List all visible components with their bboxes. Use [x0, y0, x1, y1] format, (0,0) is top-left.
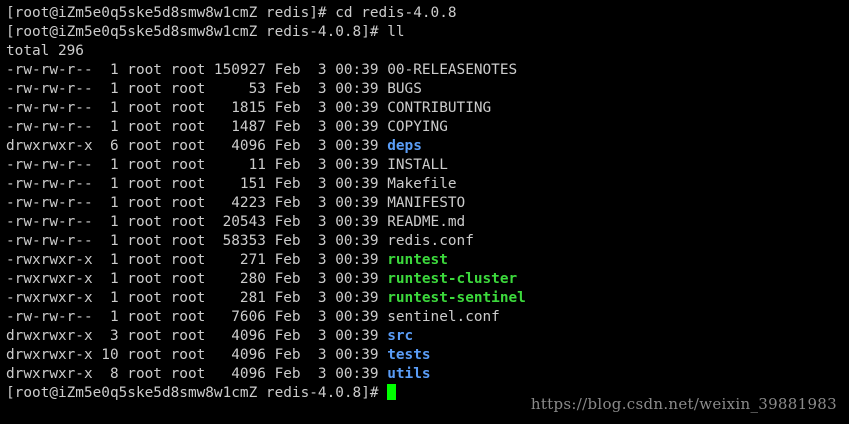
file-name: README.md — [387, 214, 466, 230]
listing-row: -rw-rw-r-- 1 root root 151 Feb 3 00:39 M… — [6, 175, 849, 194]
file-name: sentinel.conf — [387, 309, 500, 325]
listing-row: -rw-rw-r-- 1 root root 7606 Feb 3 00:39 … — [6, 308, 849, 327]
directory-name: utils — [387, 366, 431, 382]
entry-attributes: -rw-rw-r-- 1 root root 11 Feb 3 00:39 — [6, 157, 388, 173]
file-name: redis.conf — [387, 233, 474, 249]
executable-name: runtest-cluster — [387, 271, 518, 287]
listing-row: -rw-rw-r-- 1 root root 1487 Feb 3 00:39 … — [6, 118, 849, 137]
entry-attributes: -rw-rw-r-- 1 root root 1487 Feb 3 00:39 — [6, 119, 388, 135]
entry-attributes: drwxrwxr-x 6 root root 4096 Feb 3 00:39 — [6, 138, 388, 154]
command-text: [root@iZm5e0q5ske5d8smw8w1cmZ redis]# cd… — [6, 5, 457, 21]
entry-attributes: drwxrwxr-x 8 root root 4096 Feb 3 00:39 — [6, 366, 388, 382]
listing-row: -rw-rw-r-- 1 root root 58353 Feb 3 00:39… — [6, 232, 849, 251]
executable-name: runtest-sentinel — [387, 290, 526, 306]
listing-row: drwxrwxr-x 6 root root 4096 Feb 3 00:39 … — [6, 137, 849, 156]
file-name: CONTRIBUTING — [387, 100, 492, 116]
listing-row: -rw-rw-r-- 1 root root 150927 Feb 3 00:3… — [6, 61, 849, 80]
listing-row: -rw-rw-r-- 1 root root 53 Feb 3 00:39 BU… — [6, 80, 849, 99]
file-name: INSTALL — [387, 157, 448, 173]
listing-row: -rw-rw-r-- 1 root root 4223 Feb 3 00:39 … — [6, 194, 849, 213]
listing-row: -rwxrwxr-x 1 root root 271 Feb 3 00:39 r… — [6, 251, 849, 270]
directory-name: tests — [387, 347, 431, 363]
file-name: BUGS — [387, 81, 422, 97]
command-line: [root@iZm5e0q5ske5d8smw8w1cmZ redis-4.0.… — [6, 23, 849, 42]
entry-attributes: drwxrwxr-x 10 root root 4096 Feb 3 00:39 — [6, 347, 388, 363]
listing-row: -rw-rw-r-- 1 root root 1815 Feb 3 00:39 … — [6, 99, 849, 118]
listing-row: -rw-rw-r-- 1 root root 11 Feb 3 00:39 IN… — [6, 156, 849, 175]
entry-attributes: -rwxrwxr-x 1 root root 280 Feb 3 00:39 — [6, 271, 388, 287]
file-name: MANIFESTO — [387, 195, 466, 211]
entry-attributes: drwxrwxr-x 3 root root 4096 Feb 3 00:39 — [6, 328, 388, 344]
entry-attributes: -rwxrwxr-x 1 root root 281 Feb 3 00:39 — [6, 290, 388, 306]
listing-row: -rwxrwxr-x 1 root root 281 Feb 3 00:39 r… — [6, 289, 849, 308]
cursor[interactable] — [387, 384, 397, 400]
command-line: [root@iZm5e0q5ske5d8smw8w1cmZ redis]# cd… — [6, 4, 849, 23]
entry-attributes: -rw-rw-r-- 1 root root 58353 Feb 3 00:39 — [6, 233, 388, 249]
entry-attributes: -rw-rw-r-- 1 root root 53 Feb 3 00:39 — [6, 81, 388, 97]
terminal-window[interactable]: [root@iZm5e0q5ske5d8smw8w1cmZ redis]# cd… — [0, 0, 849, 424]
entry-attributes: -rw-rw-r-- 1 root root 150927 Feb 3 00:3… — [6, 62, 388, 78]
listing-row: drwxrwxr-x 3 root root 4096 Feb 3 00:39 … — [6, 327, 849, 346]
entry-attributes: -rw-rw-r-- 1 root root 1815 Feb 3 00:39 — [6, 100, 388, 116]
output-text: total 296 — [6, 43, 84, 59]
entry-attributes: -rw-rw-r-- 1 root root 4223 Feb 3 00:39 — [6, 195, 388, 211]
listing-row: drwxrwxr-x 8 root root 4096 Feb 3 00:39 … — [6, 365, 849, 384]
file-name: 00-RELEASENOTES — [387, 62, 518, 78]
executable-name: runtest — [387, 252, 448, 268]
listing-row: -rwxrwxr-x 1 root root 280 Feb 3 00:39 r… — [6, 270, 849, 289]
directory-name: deps — [387, 138, 422, 154]
file-name: Makefile — [387, 176, 457, 192]
entry-attributes: -rw-rw-r-- 1 root root 20543 Feb 3 00:39 — [6, 214, 388, 230]
watermark: https://blog.csdn.net/weixin_39881983 — [530, 395, 837, 413]
command-text: [root@iZm5e0q5ske5d8smw8w1cmZ redis-4.0.… — [6, 24, 405, 40]
prompt-text: [root@iZm5e0q5ske5d8smw8w1cmZ redis-4.0.… — [6, 385, 388, 401]
file-name: COPYING — [387, 119, 448, 135]
output-line: total 296 — [6, 42, 849, 61]
directory-name: src — [387, 328, 414, 344]
listing-row: -rw-rw-r-- 1 root root 20543 Feb 3 00:39… — [6, 213, 849, 232]
entry-attributes: -rwxrwxr-x 1 root root 271 Feb 3 00:39 — [6, 252, 388, 268]
terminal-output: [root@iZm5e0q5ske5d8smw8w1cmZ redis]# cd… — [6, 4, 849, 403]
listing-row: drwxrwxr-x 10 root root 4096 Feb 3 00:39… — [6, 346, 849, 365]
entry-attributes: -rw-rw-r-- 1 root root 151 Feb 3 00:39 — [6, 176, 388, 192]
entry-attributes: -rw-rw-r-- 1 root root 7606 Feb 3 00:39 — [6, 309, 388, 325]
